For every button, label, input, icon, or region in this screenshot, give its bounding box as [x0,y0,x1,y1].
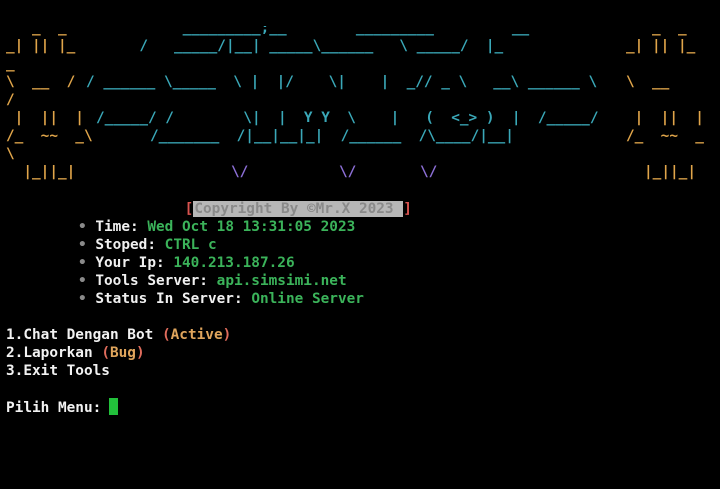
ascii-banner-art: _ _ _| || |_ _ \ __ / / | || | /_ ~~ _\ … [6,26,704,180]
main-menu: 1.Chat Dengan Bot (Active) 2.Laporkan (B… [6,326,231,380]
info-label: Status In Server: [95,291,243,307]
info-item-stoped: • Stoped: CTRL c [78,236,364,254]
text-cursor[interactable] [109,398,119,415]
menu-item-label: 3.Exit Tools [6,363,110,379]
banner-right-row-6: | || | [626,110,704,126]
bullet-icon: • [78,273,87,289]
menu-item-label: 2.Laporkan [6,345,93,361]
info-label: Tools Server: [95,273,208,289]
bullet-icon: • [78,255,87,271]
info-item-status: • Status In Server: Online Server [78,290,364,308]
banner-left-row-2: _| || |_ [6,38,76,54]
banner-left-row-3: _ [6,56,15,72]
banner-left-row-1: _ _ [6,26,67,36]
banner-purple-mark-3: \/ [420,164,437,180]
banner-left-row-9: |_||_| [6,164,75,180]
banner-right-row-9: |_||_| [644,164,696,180]
info-value: 140.213.187.26 [173,255,295,271]
terminal-window[interactable]: _ _ _| || |_ _ \ __ / / | || | /_ ~~ _\ … [0,0,720,489]
bullet-icon: • [78,291,87,307]
banner-center-row-1: _________;__ _________ __ [96,26,530,36]
menu-tag-active: Active [170,327,223,343]
menu-item-report[interactable]: 2.Laporkan (Bug) [6,344,231,362]
copyright-text: Copyright By ©Mr.X 2023 [193,201,404,217]
bullet-icon: • [78,237,87,253]
info-list: • Time: Wed Oct 18 13:31:05 2023 • Stope… [78,218,364,308]
menu-tag-open: ( [161,327,171,343]
info-value: Wed Oct 18 13:31:05 2023 [147,219,356,235]
banner-left-row-7: /_ ~~ _\ [6,128,93,144]
banner-center-row-2: / _____/|__| _____\______ \ _____/ |_ [96,38,504,54]
banner-right-row-2: _| || |_ [626,38,696,54]
menu-item-exit[interactable]: 3.Exit Tools [6,362,231,380]
info-label: Stoped: [95,237,156,253]
banner-right-row-4: \ __ [626,74,670,90]
prompt-label: Pilih Menu: [6,400,102,416]
info-item-server: • Tools Server: api.simsimi.net [78,272,364,290]
banner-center-row-7: /_______ /|__|__|_| /______ /\____/|__| [150,128,514,144]
menu-tag-close: ) [222,327,232,343]
info-item-ip: • Your Ip: 140.213.187.26 [78,254,364,272]
menu-prompt[interactable]: Pilih Menu: [6,398,119,417]
copyright-close-bracket: ] [403,201,412,217]
banner-left-row-6: | || | [6,110,84,126]
bullet-icon: • [78,219,87,235]
banner-purple-mark-2: \/ [339,164,356,180]
info-label: Time: [95,219,139,235]
banner-right-row-7: /_ ~~ _ [626,128,704,144]
banner-center-row-4: / ______ \_____ \ | |/ \| | _// _ \ __\ … [86,74,597,90]
banner-left-row-5: / [6,92,15,108]
info-item-time: • Time: Wed Oct 18 13:31:05 2023 [78,218,364,236]
banner-purple-mark-1: \/ [231,164,248,180]
banner-left-row-8: \ [6,146,15,162]
menu-tag-open: ( [101,345,110,361]
info-value: Online Server [251,291,364,307]
menu-tag-bug: Bug [109,345,136,361]
info-label: Your Ip: [95,255,165,271]
ascii-banner: _ _ _| || |_ _ \ __ / / | || | /_ ~~ _\ … [0,26,720,186]
banner-center-row-6: /_____/ / \| | Y Y \ | ( <_> ) | /_____/ [96,110,599,126]
info-value: CTRL c [164,237,217,253]
banner-left-row-4: \ __ / [6,74,75,90]
menu-item-label: 1.Chat Dengan Bot [6,327,154,343]
info-value: api.simsimi.net [216,273,347,289]
menu-item-chat[interactable]: 1.Chat Dengan Bot (Active) [6,326,231,344]
banner-right-row-1: _ _ [626,26,687,36]
menu-tag-close: ) [135,345,145,361]
